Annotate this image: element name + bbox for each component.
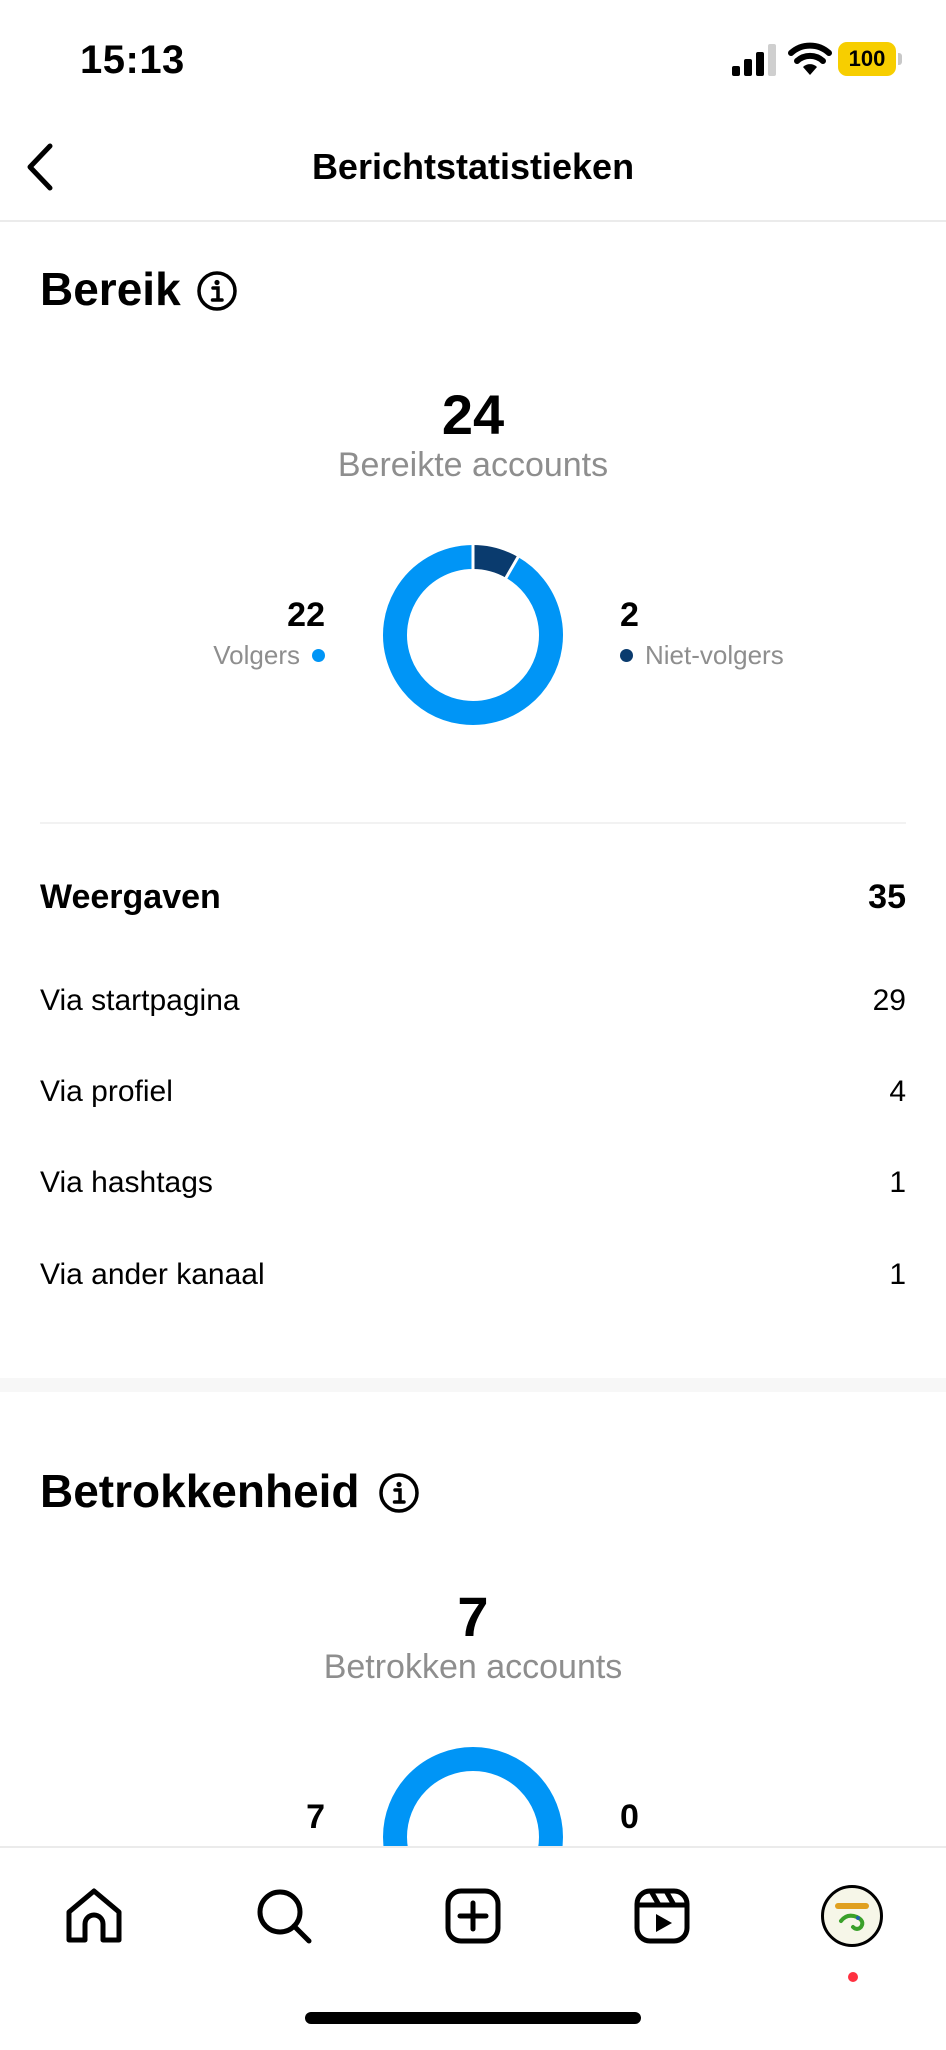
tab-create[interactable] xyxy=(433,1876,513,1956)
home-indicator xyxy=(305,2012,641,2024)
section-divider xyxy=(40,822,906,824)
tab-reels[interactable] xyxy=(622,1876,702,1956)
views-row-label: Via hashtags xyxy=(40,1166,213,1199)
notification-dot xyxy=(848,1972,858,1982)
views-row-value: 1 xyxy=(889,1258,906,1291)
battery-level: 100 xyxy=(838,42,896,76)
views-row-label: Via profiel xyxy=(40,1075,173,1108)
views-row-label: Via startpagina xyxy=(40,984,240,1017)
followers-legend: Volgers xyxy=(213,640,325,671)
tab-profile[interactable] xyxy=(812,1876,892,1956)
engaged-followers-count: 7 xyxy=(306,1798,325,1836)
views-row-label: Via ander kanaal xyxy=(40,1258,265,1291)
home-icon xyxy=(66,1888,122,1943)
battery-indicator: 100 xyxy=(838,42,902,76)
status-time: 15:13 xyxy=(80,38,185,82)
page-title: Berichtstatistieken xyxy=(311,146,635,187)
followers-dot xyxy=(312,649,325,662)
nav-divider xyxy=(0,220,946,222)
views-title: Weergaven xyxy=(40,878,221,916)
views-row-value: 29 xyxy=(872,984,906,1017)
non-followers-dot xyxy=(620,649,633,662)
views-row-value: 1 xyxy=(889,1166,906,1199)
views-row-value: 4 xyxy=(889,1075,906,1108)
non-followers-count: 2 xyxy=(620,596,639,634)
battery-tip xyxy=(898,53,902,65)
reach-section-title: Bereik xyxy=(40,263,181,315)
wifi-icon xyxy=(788,42,832,75)
followers-count: 22 xyxy=(287,596,325,634)
section-separator xyxy=(0,1378,946,1392)
tab-search[interactable] xyxy=(244,1876,324,1956)
non-followers-legend: Niet-volgers xyxy=(620,640,784,671)
tab-home[interactable] xyxy=(54,1876,134,1956)
reach-total: 24 xyxy=(441,383,505,446)
engagement-total: 7 xyxy=(457,1585,489,1648)
reach-total-label: Bereikte accounts xyxy=(337,446,609,484)
info-icon[interactable] xyxy=(378,1472,420,1514)
chameleon-logo xyxy=(835,1903,869,1931)
followers-label: Volgers xyxy=(213,640,300,670)
reels-icon xyxy=(634,1888,690,1944)
reach-donut-chart xyxy=(383,543,563,725)
engagement-total-label: Betrokken accounts xyxy=(323,1648,623,1686)
engaged-non-followers-count: 0 xyxy=(620,1798,639,1836)
plus-square-icon xyxy=(445,1888,501,1944)
views-total: 35 xyxy=(868,878,906,916)
info-icon[interactable] xyxy=(196,270,238,312)
engagement-section-title: Betrokkenheid xyxy=(40,1465,360,1517)
search-icon xyxy=(257,1889,312,1944)
cellular-signal-icon xyxy=(732,44,776,76)
avatar xyxy=(821,1885,883,1947)
non-followers-label: Niet-volgers xyxy=(645,640,784,670)
